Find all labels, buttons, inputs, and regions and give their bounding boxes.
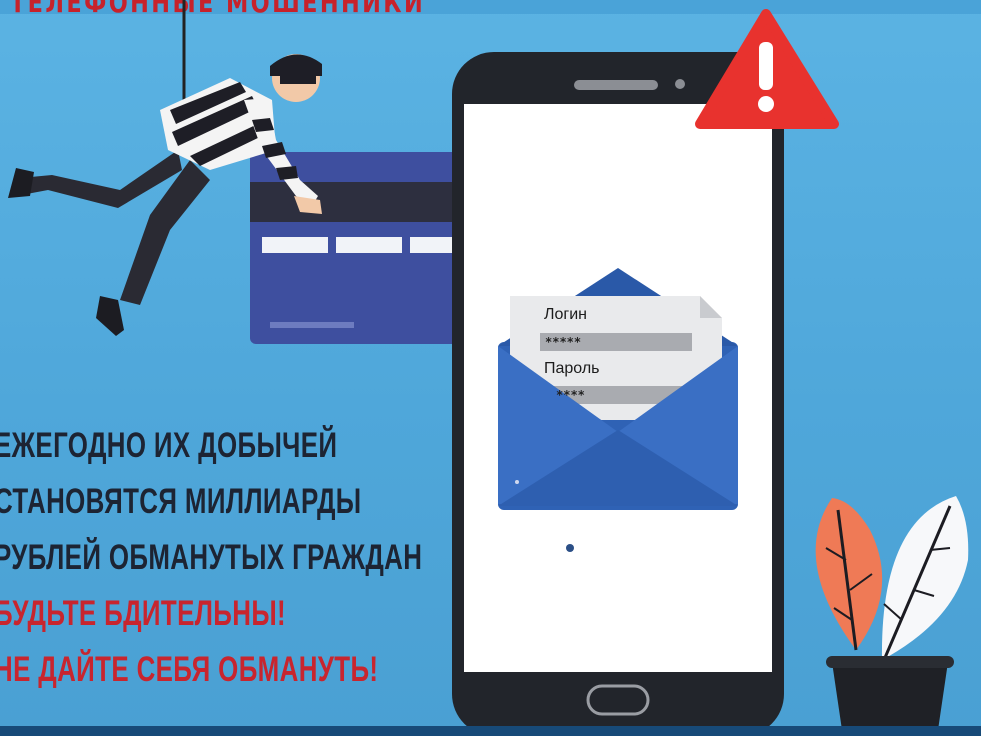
bottom-strip bbox=[0, 726, 981, 736]
bank-card bbox=[250, 152, 480, 344]
password-value: **** bbox=[556, 388, 585, 402]
call-line-1: БУДЬТЕ БДИТЕЛЬНЫ! bbox=[0, 594, 287, 633]
login-label: Логин bbox=[544, 306, 588, 323]
call-line-2: НЕ ДАЙТЕ СЕБЯ ОБМАНУТЬ! bbox=[0, 650, 379, 689]
login-value: ***** bbox=[545, 335, 582, 349]
password-label: Пароль bbox=[544, 360, 600, 377]
potted-plant bbox=[815, 496, 969, 730]
warning-text-block: ЕЖЕГОДНО ИХ ДОБЫЧЕЙ СТАНОВЯТСЯ МИЛЛИАРДЫ… bbox=[0, 418, 454, 698]
warning-line-1: ЕЖЕГОДНО ИХ ДОБЫЧЕЙ bbox=[0, 426, 338, 465]
envelope-icon bbox=[498, 268, 738, 510]
warning-line-2: СТАНОВЯТСЯ МИЛЛИАРДЫ bbox=[0, 482, 362, 521]
warning-line-3: РУБЛЕЙ ОБМАНУТЫХ ГРАЖДАН bbox=[0, 538, 423, 577]
